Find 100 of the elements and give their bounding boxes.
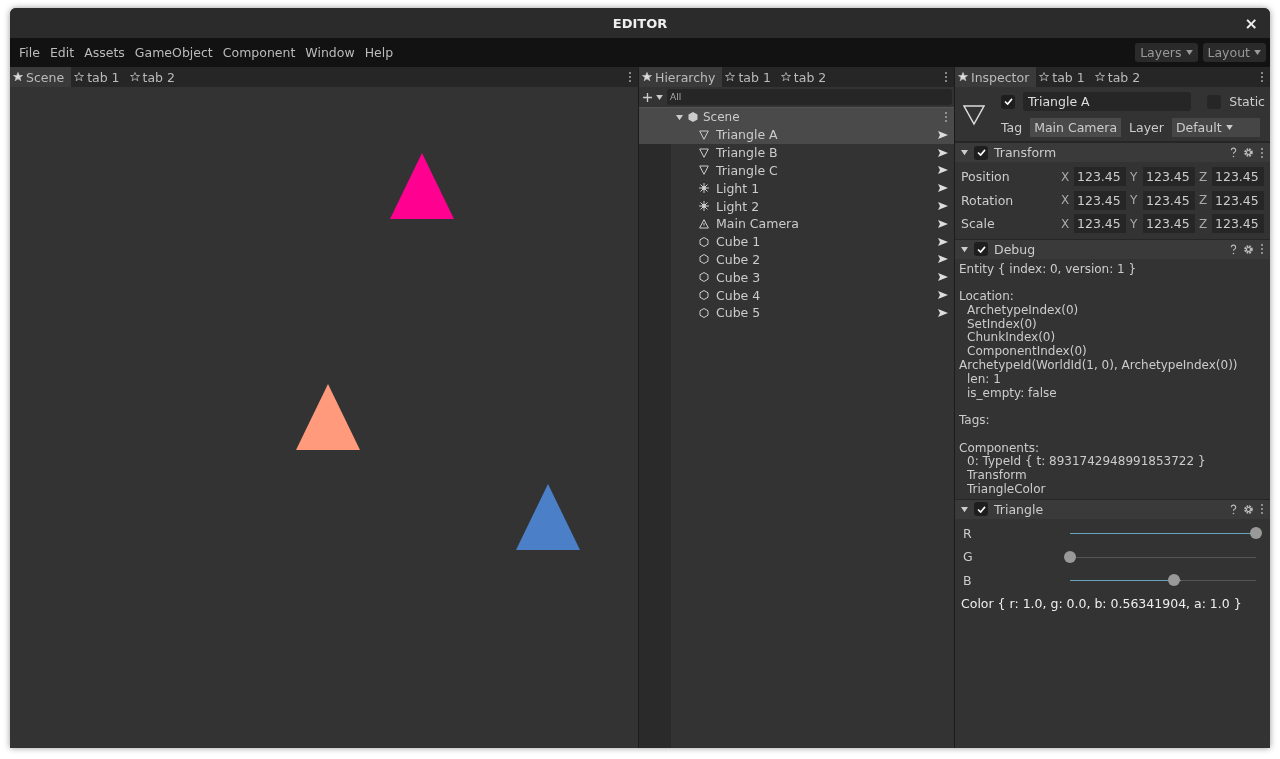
- slider-label: R: [962, 525, 973, 541]
- component-title: Debug: [994, 241, 1036, 257]
- number-field[interactable]: 123.45: [1074, 167, 1126, 187]
- menu-item[interactable]: Component: [217, 45, 301, 60]
- tree-item[interactable]: Cube 1: [671, 232, 954, 251]
- hexagon-icon: [699, 272, 709, 283]
- tree-item[interactable]: Triangle C: [671, 161, 954, 180]
- menu-item[interactable]: File: [14, 45, 45, 60]
- expand-caret-icon[interactable]: [676, 113, 683, 121]
- triangle-shape[interactable]: [295, 384, 360, 451]
- debug-text: TriangleColor: [966, 482, 1047, 497]
- star-icon: [74, 72, 85, 82]
- number-field[interactable]: 123.45: [1212, 214, 1264, 234]
- more-icon[interactable]: [1260, 503, 1264, 516]
- more-icon[interactable]: [628, 71, 632, 83]
- enabled-checkbox[interactable]: [974, 145, 988, 160]
- panel-tab[interactable]: tab 2: [777, 67, 834, 87]
- panel-tab[interactable]: tab 1: [1036, 67, 1092, 87]
- panel-tab[interactable]: Hierarchy: [639, 67, 723, 87]
- caret-icon[interactable]: [656, 94, 663, 100]
- number-field[interactable]: 123.45: [1212, 167, 1264, 187]
- tree-item[interactable]: Triangle B: [671, 143, 954, 162]
- dropdown-button[interactable]: Layers: [1135, 43, 1198, 62]
- panel-tab[interactable]: tab 1: [71, 67, 127, 87]
- enabled-checkbox[interactable]: [974, 502, 988, 517]
- help-icon[interactable]: [1230, 503, 1237, 515]
- tree-item[interactable]: Cube 5: [671, 303, 954, 322]
- panel-tab[interactable]: tab 2: [1091, 67, 1148, 87]
- triangle-icon: [963, 103, 985, 126]
- menu-item[interactable]: Window: [300, 45, 360, 60]
- debug-text: ComponentIndex(0): [966, 345, 1088, 359]
- number-field[interactable]: 123.45: [1143, 190, 1195, 210]
- more-icon[interactable]: [1260, 71, 1264, 83]
- debug-text: is_empty: false: [966, 386, 1058, 401]
- enabled-checkbox[interactable]: [974, 242, 988, 256]
- number-field[interactable]: 123.45: [1143, 167, 1195, 187]
- panel-tab[interactable]: Inspector: [955, 67, 1037, 87]
- debug-text: SetIndex(0): [966, 317, 1037, 331]
- tree-item[interactable]: Cube 2: [671, 250, 954, 269]
- axis-label: Y: [1130, 169, 1139, 184]
- star-icon: [1039, 72, 1050, 82]
- expand-caret-icon[interactable]: [961, 149, 968, 156]
- add-icon[interactable]: [643, 92, 652, 102]
- menu-item[interactable]: Edit: [44, 45, 80, 60]
- number-field[interactable]: 123.45: [1074, 190, 1126, 210]
- number-field[interactable]: 123.45: [1212, 190, 1264, 210]
- debug-text: len: 1: [967, 372, 1001, 387]
- active-checkbox[interactable]: [1001, 94, 1015, 109]
- expand-caret-icon[interactable]: [961, 245, 968, 253]
- menu-item[interactable]: Assets: [79, 45, 130, 60]
- component-header[interactable]: Transform: [955, 142, 1270, 162]
- star-icon: [958, 72, 968, 82]
- component-title: Triangle: [994, 501, 1044, 517]
- help-icon[interactable]: [1230, 243, 1237, 255]
- tree-item[interactable]: Cube 4: [671, 286, 954, 304]
- panel-tab[interactable]: Scene: [10, 67, 72, 87]
- tree-item[interactable]: Triangle A: [639, 126, 954, 144]
- menu-item[interactable]: GameObject: [129, 45, 218, 60]
- expand-caret-icon[interactable]: [961, 505, 968, 513]
- number-field[interactable]: 123.45: [1074, 214, 1126, 234]
- tree-item[interactable]: Main Camera: [671, 215, 954, 233]
- more-icon[interactable]: [944, 71, 948, 83]
- close-button[interactable]: ×: [1240, 14, 1262, 33]
- tree-label: Scene: [703, 110, 740, 124]
- search-field[interactable]: All: [667, 89, 952, 105]
- debug-text: 0: TypeId { t: 8931742948991853722 }: [967, 455, 1207, 469]
- tree-item[interactable]: Cube 3: [671, 268, 954, 287]
- component-header[interactable]: Triangle: [955, 498, 1270, 519]
- more-icon[interactable]: [944, 111, 948, 123]
- more-icon[interactable]: [1260, 146, 1264, 159]
- settings-icon[interactable]: [1243, 503, 1254, 515]
- triangle-shape[interactable]: [389, 153, 454, 220]
- panel-tab[interactable]: tab 1: [722, 67, 778, 87]
- settings-icon[interactable]: [1243, 147, 1254, 158]
- tag-dropdown[interactable]: Main Camera: [1030, 118, 1122, 137]
- star-icon: [129, 72, 140, 82]
- settings-icon[interactable]: [1243, 243, 1254, 255]
- triangle-icon: [699, 147, 709, 158]
- debug-text: ArchetypeIndex(0): [966, 303, 1080, 318]
- number-field[interactable]: 123.45: [1143, 214, 1195, 234]
- menu-item[interactable]: Help: [359, 45, 399, 60]
- tree-item[interactable]: Light 2: [671, 197, 954, 215]
- hexagon-icon: [688, 112, 698, 122]
- panel-tab[interactable]: tab 2: [126, 67, 182, 87]
- field-label: Position: [960, 169, 1011, 185]
- slider-thumb[interactable]: [1250, 527, 1262, 540]
- layer-dropdown[interactable]: Default: [1171, 118, 1260, 137]
- more-icon[interactable]: [1260, 243, 1264, 255]
- axis-label: Y: [1130, 193, 1139, 208]
- axis-label: Z: [1199, 193, 1208, 208]
- dropdown-button[interactable]: Layout: [1202, 43, 1266, 62]
- triangle-shape[interactable]: [515, 483, 580, 550]
- tree-root-row[interactable]: Scene: [639, 107, 954, 126]
- name-field[interactable]: Triangle A: [1023, 92, 1191, 111]
- slider-thumb[interactable]: [1064, 550, 1076, 563]
- component-header[interactable]: Debug: [955, 238, 1270, 259]
- field-label: Scale: [960, 216, 996, 232]
- tree-item[interactable]: Light 1: [671, 179, 954, 198]
- slider-thumb[interactable]: [1168, 574, 1181, 587]
- help-icon[interactable]: [1230, 147, 1237, 158]
